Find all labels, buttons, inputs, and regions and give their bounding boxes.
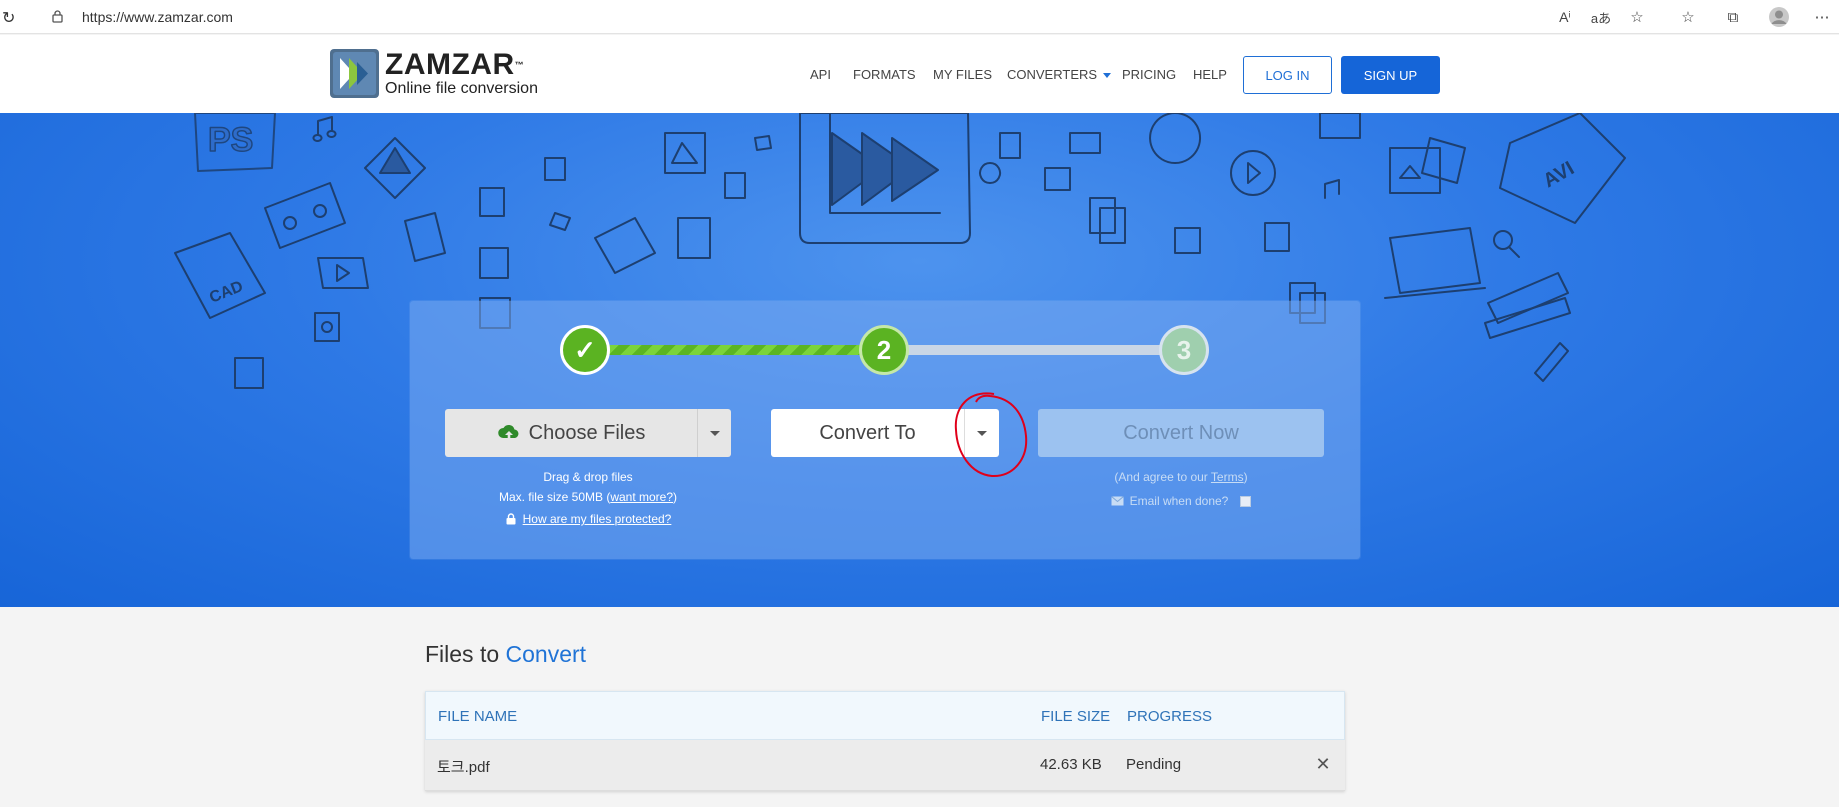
signup-button[interactable]: SIGN UP xyxy=(1341,56,1440,94)
logo-trademark: ™ xyxy=(514,59,525,70)
translate-icon[interactable]: aあ xyxy=(1589,5,1613,29)
step-1-indicator: ✓ xyxy=(560,325,610,375)
lock-icon xyxy=(52,10,63,23)
email-when-done-label: Email when done? xyxy=(1129,494,1229,508)
svg-text:CAD: CAD xyxy=(207,278,246,307)
more-menu-icon[interactable]: ⋯ xyxy=(1810,5,1834,29)
files-title-prefix: Files to xyxy=(425,641,506,667)
max-size-text: Max. file size 50MB (want more?) xyxy=(445,487,731,507)
svg-text:AVI: AVI xyxy=(1540,157,1579,192)
nav-formats[interactable]: FORMATS xyxy=(853,67,916,82)
browser-toolbar: ↻ https://www.zamzar.com Aⁱ aあ ☆ ☆ ⧉ ⋯ xyxy=(0,0,1839,34)
chevron-down-icon xyxy=(1103,73,1112,79)
choose-files-button-group: Choose Files xyxy=(445,409,731,457)
max-size-prefix: Max. file size 50MB ( xyxy=(498,490,611,504)
step-2-indicator: 2 xyxy=(859,325,909,375)
choose-files-dropdown[interactable] xyxy=(697,409,731,457)
max-size-suffix: ) xyxy=(673,490,678,504)
convert-to-dropdown[interactable] xyxy=(964,409,999,457)
nav-help[interactable]: HELP xyxy=(1193,67,1227,82)
table-row: 토크.pdf 42.63 KB Pending ✕ xyxy=(425,740,1345,791)
terms-link[interactable]: Terms xyxy=(1211,470,1244,484)
read-aloud-icon[interactable]: Aⁱ xyxy=(1553,5,1577,29)
profile-icon[interactable] xyxy=(1767,5,1791,29)
lock-icon xyxy=(506,513,516,525)
address-bar[interactable]: https://www.zamzar.com xyxy=(82,9,233,25)
step-3-indicator: 3 xyxy=(1159,325,1209,375)
logo[interactable]: ZAMZAR™ Online file conversion xyxy=(330,49,538,98)
choose-files-button[interactable]: Choose Files xyxy=(445,409,697,457)
files-title-accent: Convert xyxy=(505,641,587,667)
favorites-icon[interactable]: ☆ xyxy=(1676,5,1700,29)
login-button[interactable]: LOG IN xyxy=(1243,56,1332,94)
nav-api[interactable]: API xyxy=(810,67,831,82)
choose-files-label: Choose Files xyxy=(528,421,646,444)
agree-prefix: (And agree to our xyxy=(1114,470,1211,484)
nav-my-files[interactable]: MY FILES xyxy=(933,67,992,82)
nav-pricing[interactable]: PRICING xyxy=(1122,67,1176,82)
chevron-down-icon xyxy=(709,430,720,436)
file-size-cell: 42.63 KB xyxy=(1040,756,1102,773)
convert-to-button-group: Convert To xyxy=(771,409,999,457)
favorite-add-icon[interactable]: ☆ xyxy=(1625,5,1649,29)
column-file-size: FILE SIZE xyxy=(1041,708,1111,725)
files-table-header: FILE NAME FILE SIZE PROGRESS xyxy=(425,691,1345,740)
progress-cell: Pending xyxy=(1126,756,1182,773)
convert-now-button[interactable]: Convert Now xyxy=(1038,409,1324,457)
file-name-cell: 토크.pdf xyxy=(437,759,490,776)
converter-panel: ✓ 2 3 Choose Files Convert To Convert No… xyxy=(410,301,1360,559)
nav-converters-label: CONVERTERS xyxy=(1007,67,1098,82)
want-more-link[interactable]: want more? xyxy=(610,490,673,504)
drag-drop-text: Drag & drop files xyxy=(543,470,633,484)
svg-text:PS: PS xyxy=(208,121,253,159)
upload-info: Drag & drop files Max. file size 50MB (w… xyxy=(445,467,731,529)
mail-icon xyxy=(1110,496,1124,506)
files-section-title: Files to Convert xyxy=(425,641,586,668)
files-protected-link[interactable]: How are my files protected? xyxy=(523,509,672,529)
chevron-down-icon xyxy=(977,430,987,436)
cloud-upload-icon xyxy=(497,425,519,441)
logo-mark-icon xyxy=(330,49,379,98)
convert-info: (And agree to our Terms) Email when done… xyxy=(1038,467,1324,511)
collections-icon[interactable]: ⧉ xyxy=(1721,5,1745,29)
site-header: ZAMZAR™ Online file conversion API FORMA… xyxy=(0,35,1839,113)
agree-suffix: ) xyxy=(1243,470,1248,484)
logo-tagline: Online file conversion xyxy=(385,79,538,97)
hero-section: PS CAD AVI ✓ 2 3 Choose Files Convert To… xyxy=(0,113,1839,607)
column-file-name: FILE NAME xyxy=(438,708,518,725)
email-when-done-checkbox[interactable] xyxy=(1240,495,1252,507)
remove-file-icon[interactable]: ✕ xyxy=(1314,755,1332,773)
convert-to-button[interactable]: Convert To xyxy=(771,409,964,457)
step-progress-fill xyxy=(585,345,885,355)
nav-converters[interactable]: CONVERTERS xyxy=(1007,67,1112,82)
column-progress: PROGRESS xyxy=(1127,708,1213,725)
reload-icon[interactable]: ↻ xyxy=(2,8,15,28)
logo-word: ZAMZAR xyxy=(385,47,515,81)
files-table: FILE NAME FILE SIZE PROGRESS 토크.pdf 42.6… xyxy=(425,691,1345,791)
